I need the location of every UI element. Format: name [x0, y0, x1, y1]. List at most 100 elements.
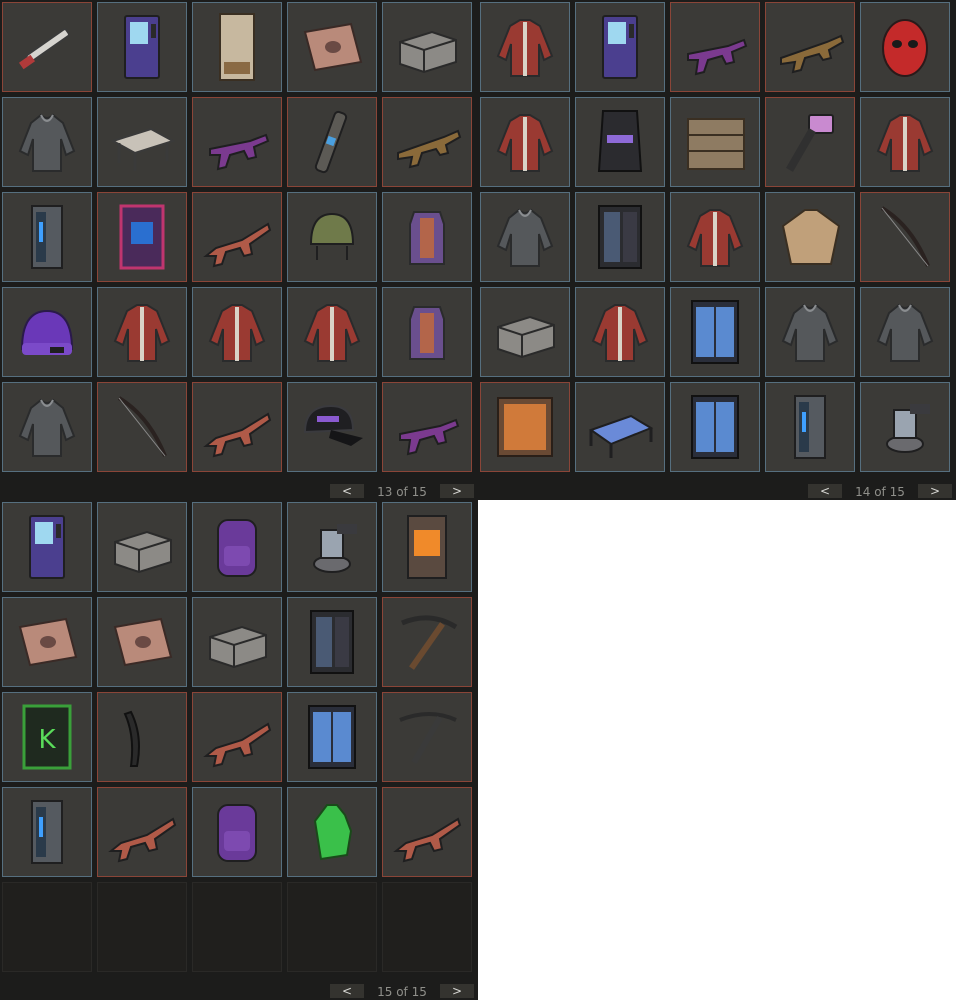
skin-slot[interactable] [670, 97, 760, 187]
skin-slot[interactable] [2, 787, 92, 877]
skin-slot[interactable] [860, 2, 950, 92]
skin-slot[interactable] [382, 597, 472, 687]
smg-icon [196, 101, 278, 183]
skin-slot[interactable] [287, 787, 377, 877]
skin-slot[interactable] [480, 192, 570, 282]
sleeping-bag-icon [579, 101, 661, 183]
hoodie-icon [864, 291, 946, 373]
skin-slot[interactable] [670, 192, 760, 282]
prev-page-button[interactable]: < [808, 484, 842, 498]
skin-slot[interactable] [860, 192, 950, 282]
skin-slot[interactable] [480, 97, 570, 187]
poncho-icon [769, 196, 851, 278]
jacket-icon [674, 196, 756, 278]
skin-slot[interactable] [670, 382, 760, 472]
skin-slot[interactable] [192, 382, 282, 472]
skin-slot[interactable] [765, 97, 855, 187]
skin-slot[interactable] [97, 692, 187, 782]
skin-slot[interactable] [765, 192, 855, 282]
wooden-barricade-icon [674, 101, 756, 183]
garage-door-icon: K [6, 696, 88, 778]
skin-slot[interactable] [670, 287, 760, 377]
rug-icon [101, 601, 183, 683]
skin-slot[interactable] [382, 382, 472, 472]
skin-slot[interactable] [287, 192, 377, 282]
skin-slot[interactable] [382, 787, 472, 877]
prev-page-button[interactable]: < [330, 484, 364, 498]
skin-grid: K [2, 502, 472, 972]
skin-slot[interactable] [192, 787, 282, 877]
skin-slot[interactable] [2, 382, 92, 472]
skin-slot[interactable] [192, 502, 282, 592]
skin-slot[interactable] [670, 2, 760, 92]
next-page-button[interactable]: > [440, 484, 474, 498]
skin-slot[interactable] [480, 382, 570, 472]
skin-slot[interactable] [575, 287, 665, 377]
skin-slot[interactable] [860, 97, 950, 187]
locker-icon [579, 196, 661, 278]
next-page-button[interactable]: > [918, 484, 952, 498]
skin-slot[interactable] [287, 502, 377, 592]
skin-slot[interactable] [575, 192, 665, 282]
skin-slot[interactable] [2, 597, 92, 687]
skin-slot[interactable] [97, 2, 187, 92]
skin-slot[interactable] [382, 2, 472, 92]
skin-slot[interactable] [97, 597, 187, 687]
skin-slot[interactable] [860, 287, 950, 377]
gloves-icon [291, 791, 373, 873]
inventory-page-14-panel: < 14 of 15 > [478, 0, 956, 500]
skin-slot[interactable] [765, 2, 855, 92]
skin-grid [480, 2, 950, 472]
skin-slot[interactable] [575, 97, 665, 187]
skin-slot[interactable] [2, 502, 92, 592]
skin-slot[interactable] [2, 97, 92, 187]
skin-slot[interactable] [2, 2, 92, 92]
skin-slot[interactable] [382, 287, 472, 377]
skin-slot[interactable] [97, 97, 187, 187]
skin-slot[interactable] [575, 382, 665, 472]
skin-slot[interactable] [287, 382, 377, 472]
skin-slot[interactable] [480, 2, 570, 92]
skin-slot[interactable] [97, 502, 187, 592]
arcade-door-icon [101, 196, 183, 278]
empty-slot [97, 882, 187, 972]
hoodie-icon [6, 386, 88, 468]
skin-slot[interactable] [860, 382, 950, 472]
skin-slot[interactable] [382, 692, 472, 782]
bow-icon [101, 386, 183, 468]
skin-slot[interactable] [382, 192, 472, 282]
jacket-icon [864, 101, 946, 183]
bow-icon [864, 196, 946, 278]
skin-slot[interactable] [382, 97, 472, 187]
skin-slot[interactable] [287, 287, 377, 377]
skin-slot[interactable] [192, 692, 282, 782]
skin-slot[interactable]: K [2, 692, 92, 782]
skin-slot[interactable] [287, 692, 377, 782]
skin-slot[interactable] [97, 787, 187, 877]
skin-slot[interactable] [287, 2, 377, 92]
skin-slot[interactable] [192, 97, 282, 187]
skin-slot[interactable] [192, 2, 282, 92]
skin-slot[interactable] [2, 287, 92, 377]
skin-slot[interactable] [192, 192, 282, 282]
skin-slot[interactable] [287, 97, 377, 187]
skin-slot[interactable] [97, 192, 187, 282]
skin-slot[interactable] [2, 192, 92, 282]
skin-slot[interactable] [765, 287, 855, 377]
skin-slot[interactable] [97, 382, 187, 472]
jacket-icon [101, 291, 183, 373]
next-page-button[interactable]: > [440, 984, 474, 998]
skin-slot[interactable] [575, 2, 665, 92]
skin-slot[interactable] [382, 502, 472, 592]
skin-slot[interactable] [287, 597, 377, 687]
skin-slot[interactable] [192, 287, 282, 377]
skin-slot[interactable] [765, 382, 855, 472]
skin-slot[interactable] [97, 287, 187, 377]
skin-slot[interactable] [192, 597, 282, 687]
assault-rifle-icon [196, 696, 278, 778]
skin-slot[interactable] [480, 287, 570, 377]
prev-page-button[interactable]: < [330, 984, 364, 998]
helmet-icon [291, 196, 373, 278]
page-indicator: 13 of 15 [377, 485, 427, 499]
page-indicator: 14 of 15 [855, 485, 905, 499]
